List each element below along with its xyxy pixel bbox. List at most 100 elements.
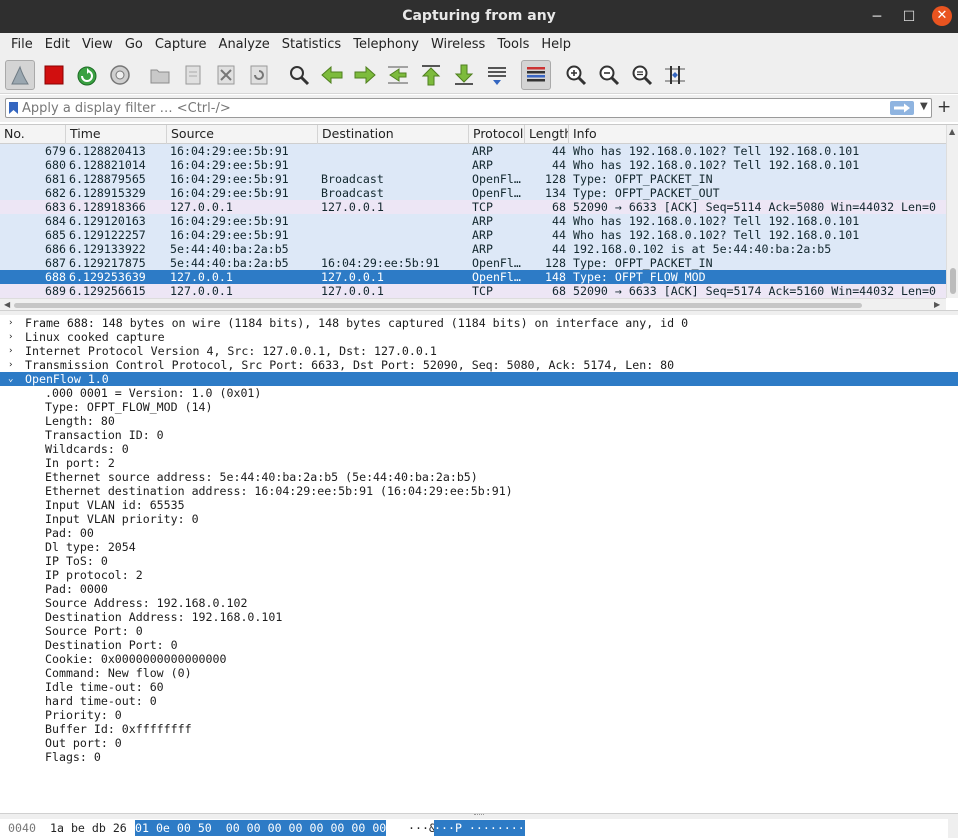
detail-field[interactable]: Cookie: 0x0000000000000000 bbox=[0, 652, 958, 666]
menu-tools[interactable]: Tools bbox=[491, 33, 535, 56]
detail-field[interactable]: Wildcards: 0 bbox=[0, 442, 958, 456]
scroll-up-icon[interactable]: ▲ bbox=[949, 127, 955, 136]
restart-capture-icon[interactable] bbox=[72, 60, 102, 90]
stop-capture-icon[interactable] bbox=[39, 60, 69, 90]
menu-telephony[interactable]: Telephony bbox=[347, 33, 425, 56]
detail-field[interactable]: Idle time-out: 60 bbox=[0, 680, 958, 694]
add-filter-button-icon[interactable]: + bbox=[937, 97, 951, 117]
detail-field[interactable]: Dl type: 2054 bbox=[0, 540, 958, 554]
bookmark-icon[interactable] bbox=[9, 102, 18, 118]
open-file-icon[interactable] bbox=[145, 60, 175, 90]
go-last-icon[interactable] bbox=[449, 60, 479, 90]
packet-row[interactable]: 688 6.129253639 127.0.0.1 127.0.0.1 OpenFl… 1… bbox=[0, 270, 946, 284]
detail-field[interactable]: IP protocol: 2 bbox=[0, 568, 958, 582]
chevron-down-icon[interactable]: ▼ bbox=[920, 101, 928, 112]
menu-edit[interactable]: Edit bbox=[39, 33, 76, 56]
detail-field[interactable]: Command: New flow (0) bbox=[0, 666, 958, 680]
menu-statistics[interactable]: Statistics bbox=[276, 33, 347, 56]
save-file-icon[interactable] bbox=[178, 60, 208, 90]
column-header-length[interactable]: Length bbox=[525, 125, 569, 144]
apply-filter-button[interactable] bbox=[890, 101, 914, 115]
column-header-info[interactable]: Info bbox=[569, 125, 946, 144]
packet-row[interactable]: 685 6.129122257 16:04:29:ee:5b:91 ARP 44 Who … bbox=[0, 228, 946, 242]
menu-analyze[interactable]: Analyze bbox=[213, 33, 276, 56]
shark-fin-start-icon[interactable] bbox=[5, 60, 35, 90]
bytes-ascii-selected[interactable]: ···P ········ bbox=[434, 820, 525, 836]
collapsed-arrow-icon[interactable]: › bbox=[8, 330, 13, 344]
detail-field[interactable]: hard time-out: 0 bbox=[0, 694, 958, 708]
detail-field[interactable]: Destination Address: 192.168.0.101 bbox=[0, 610, 958, 624]
detail-field[interactable]: Priority: 0 bbox=[0, 708, 958, 722]
collapsed-arrow-icon[interactable]: › bbox=[8, 344, 13, 358]
packet-row[interactable]: 689 6.129256615 127.0.0.1 127.0.0.1 TCP 68 520… bbox=[0, 284, 946, 298]
autoscroll-icon[interactable] bbox=[482, 60, 512, 90]
bytes-hex-selected[interactable]: 01 0e 00 50 00 00 00 00 00 00 00 00 bbox=[135, 820, 387, 836]
close-file-icon[interactable] bbox=[211, 60, 241, 90]
go-to-packet-icon[interactable] bbox=[383, 60, 413, 90]
column-header-protocol[interactable]: Protocol bbox=[469, 125, 525, 144]
minimize-button[interactable]: ─ bbox=[868, 8, 886, 26]
go-forward-icon[interactable] bbox=[350, 60, 380, 90]
colorize-icon[interactable] bbox=[521, 60, 551, 90]
capture-options-icon[interactable] bbox=[105, 60, 135, 90]
detail-field[interactable]: .000 0001 = Version: 1.0 (0x01) bbox=[0, 386, 958, 400]
packet-list-vertical-scrollbar[interactable]: ▲ bbox=[946, 125, 958, 298]
menu-help[interactable]: Help bbox=[535, 33, 577, 56]
bytes-hex[interactable]: 1a be db 26 bbox=[50, 820, 127, 836]
detail-field[interactable]: Destination Port: 0 bbox=[0, 638, 958, 652]
bytes-ascii[interactable]: ···& bbox=[408, 820, 436, 836]
scrollbar-thumb[interactable] bbox=[14, 303, 862, 308]
detail-field[interactable]: Type: OFPT_FLOW_MOD (14) bbox=[0, 400, 958, 414]
reload-file-icon[interactable] bbox=[244, 60, 274, 90]
zoom-in-icon[interactable] bbox=[561, 60, 591, 90]
detail-field[interactable]: Transaction ID: 0 bbox=[0, 428, 958, 442]
scrollbar-thumb[interactable] bbox=[950, 268, 956, 294]
packet-row[interactable]: 680 6.128821014 16:04:29:ee:5b:91 ARP 44 Who … bbox=[0, 158, 946, 172]
close-button[interactable]: ✕ bbox=[932, 6, 952, 26]
bytes-scrollbar[interactable] bbox=[948, 819, 958, 838]
scroll-left-icon[interactable]: ◀ bbox=[4, 300, 10, 309]
go-first-icon[interactable] bbox=[416, 60, 446, 90]
detail-field[interactable]: Pad: 00 bbox=[0, 526, 958, 540]
detail-field[interactable]: IP ToS: 0 bbox=[0, 554, 958, 568]
detail-field[interactable]: In port: 2 bbox=[0, 456, 958, 470]
detail-field[interactable]: Input VLAN priority: 0 bbox=[0, 512, 958, 526]
scroll-right-icon[interactable]: ▶ bbox=[934, 300, 940, 309]
column-header-no[interactable]: No. bbox=[0, 125, 66, 144]
detail-tree-item[interactable]: › Frame 688: 148 bytes on wire (1184 bits… bbox=[0, 316, 958, 330]
detail-field[interactable]: Ethernet destination address: 16:04:29:e… bbox=[0, 484, 958, 498]
detail-field[interactable]: Input VLAN id: 65535 bbox=[0, 498, 958, 512]
menu-go[interactable]: Go bbox=[119, 33, 149, 56]
packet-row[interactable]: 681 6.128879565 16:04:29:ee:5b:91 Broadcast… bbox=[0, 172, 946, 186]
detail-field[interactable]: Source Port: 0 bbox=[0, 624, 958, 638]
column-header-destination[interactable]: Destination bbox=[318, 125, 469, 144]
menu-wireless[interactable]: Wireless bbox=[425, 33, 491, 56]
find-packet-icon[interactable] bbox=[284, 60, 314, 90]
menu-view[interactable]: View bbox=[76, 33, 119, 56]
packet-row[interactable]: 686 6.129133922 5e:44:40:ba:2a:b5 ARP 44 192.… bbox=[0, 242, 946, 256]
detail-field[interactable]: Source Address: 192.168.0.102 bbox=[0, 596, 958, 610]
detail-field[interactable]: Ethernet source address: 5e:44:40:ba:2a:… bbox=[0, 470, 958, 484]
column-header-source[interactable]: Source bbox=[167, 125, 318, 144]
collapsed-arrow-icon[interactable]: › bbox=[8, 358, 13, 372]
maximize-button[interactable]: ☐ bbox=[900, 8, 918, 26]
menu-file[interactable]: File bbox=[5, 33, 39, 56]
detail-field[interactable]: Length: 80 bbox=[0, 414, 958, 428]
packet-row[interactable]: 679 6.128820413 16:04:29:ee:5b:91 ARP 44 Who … bbox=[0, 144, 946, 158]
expanded-arrow-icon[interactable]: ⌄ bbox=[8, 372, 13, 386]
packet-row[interactable]: 687 6.129217875 5e:44:40:ba:2a:b5 16:04:29:… bbox=[0, 256, 946, 270]
display-filter-input[interactable] bbox=[22, 100, 882, 116]
zoom-normal-icon[interactable] bbox=[627, 60, 657, 90]
packet-row[interactable]: 682 6.128915329 16:04:29:ee:5b:91 Broadcast… bbox=[0, 186, 946, 200]
detail-field[interactable]: Out port: 0 bbox=[0, 736, 958, 750]
menu-capture[interactable]: Capture bbox=[149, 33, 213, 56]
detail-field[interactable]: Buffer Id: 0xffffffff bbox=[0, 722, 958, 736]
detail-tree-item[interactable]: › Transmission Control Protocol, Src Port… bbox=[0, 358, 958, 372]
detail-field[interactable]: Flags: 0 bbox=[0, 750, 958, 764]
collapsed-arrow-icon[interactable]: › bbox=[8, 316, 13, 330]
detail-tree-item[interactable]: › Internet Protocol Version 4, Src: 127.0… bbox=[0, 344, 958, 358]
packet-row[interactable]: 683 6.128918366 127.0.0.1 127.0.0.1 TCP 68 520… bbox=[0, 200, 946, 214]
zoom-out-icon[interactable] bbox=[594, 60, 624, 90]
column-header-time[interactable]: Time bbox=[66, 125, 167, 144]
go-back-icon[interactable] bbox=[317, 60, 347, 90]
